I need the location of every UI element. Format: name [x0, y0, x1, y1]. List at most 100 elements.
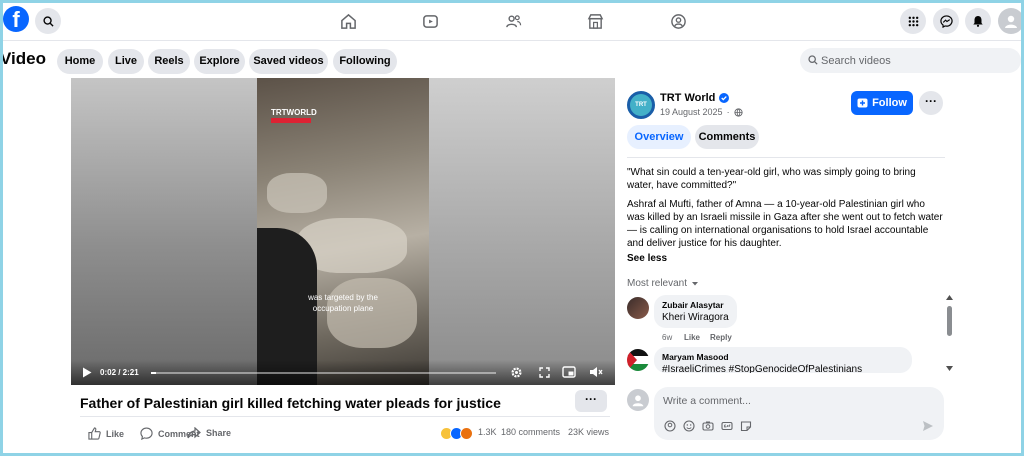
search-icon — [42, 15, 54, 27]
video-more-options-button[interactable]: ··· — [575, 390, 607, 412]
facebook-video-page: f Video Home Live Reels Explore Saved vi… — [3, 3, 1021, 453]
menu-button[interactable] — [900, 8, 926, 34]
miniplayer-icon[interactable] — [562, 366, 576, 378]
page-name[interactable]: TRT World — [660, 92, 715, 104]
verified-badge-icon — [719, 93, 730, 103]
comments-count[interactable]: 180 comments — [501, 427, 560, 437]
camera-icon[interactable] — [702, 420, 714, 432]
share-button[interactable]: Share — [187, 427, 231, 439]
trt-watermark-bar — [271, 118, 311, 123]
post-meta: 19 August 2025 · — [660, 107, 743, 117]
progress-bar[interactable] — [151, 372, 496, 374]
friends-nav-button[interactable] — [503, 11, 523, 31]
profile-avatar[interactable] — [998, 8, 1021, 34]
top-navigation-bar: f — [3, 3, 1021, 41]
my-avatar[interactable] — [627, 389, 649, 411]
scroll-down-icon — [946, 366, 953, 371]
see-less-link[interactable]: See less — [627, 253, 667, 264]
video-nav-button[interactable] — [420, 11, 440, 31]
angry-reaction-icon — [460, 427, 473, 440]
video-blur-right — [429, 78, 615, 385]
commenter-name[interactable]: Maryam Masood — [662, 352, 904, 362]
post-quote: "What sin could a ten-year-old girl, who… — [627, 167, 916, 191]
chevron-down-icon — [692, 281, 699, 285]
notifications-icon — [973, 16, 983, 27]
video-frame: TRTWORLD was targeted by the occupation … — [257, 78, 429, 385]
share-icon — [187, 427, 201, 439]
pill-explore[interactable]: Explore — [194, 49, 245, 74]
facebook-logo[interactable]: f — [3, 6, 29, 32]
menu-grid-icon — [908, 16, 918, 26]
pill-following[interactable]: Following — [333, 49, 397, 74]
search-placeholder: Search videos — [821, 55, 891, 67]
post-date[interactable]: 19 August 2025 — [660, 107, 723, 117]
follow-button[interactable]: Follow — [851, 91, 913, 115]
play-icon[interactable] — [82, 367, 92, 378]
video-time: 0:02 / 2:21 — [100, 368, 139, 377]
profile-silhouette-icon — [632, 395, 644, 407]
settings-gear-icon[interactable] — [510, 366, 523, 379]
follow-label: Follow — [872, 97, 907, 109]
commenter-name[interactable]: Zubair Alasytar — [662, 300, 729, 310]
pill-reels[interactable]: Reels — [148, 49, 190, 74]
follow-plus-icon — [857, 98, 868, 108]
comment-sort-dropdown[interactable]: Most relevant — [627, 278, 699, 289]
home-icon — [340, 13, 356, 29]
video-blur-left — [71, 78, 257, 385]
comment-like-button[interactable]: Like — [684, 333, 700, 342]
profile-silhouette-icon — [1005, 15, 1017, 28]
reactions-count[interactable]: 1.3K — [478, 427, 497, 437]
volume-icon[interactable] — [589, 366, 603, 378]
sort-label: Most relevant — [627, 278, 688, 289]
tab-comments[interactable]: Comments — [695, 125, 759, 149]
page-avatar[interactable]: TRT — [627, 91, 655, 119]
fullscreen-icon[interactable] — [539, 367, 550, 378]
marketplace-nav-button[interactable] — [585, 11, 605, 31]
tab-overview[interactable]: Overview — [627, 125, 691, 149]
divider — [80, 416, 610, 417]
page-avatar-logo: TRT — [630, 94, 652, 116]
globe-icon — [733, 107, 743, 117]
trt-watermark: TRTWORLD — [271, 108, 317, 117]
video-title: Father of Palestinian girl killed fetchi… — [80, 395, 501, 411]
share-label: Share — [206, 428, 232, 438]
video-player[interactable]: TRTWORLD was targeted by the occupation … — [71, 78, 615, 385]
like-label: Like — [106, 428, 125, 439]
comment-bubble: Maryam Masood #IsraeliCrimes #StopGenoci… — [654, 347, 912, 373]
pill-home[interactable]: Home — [57, 49, 103, 74]
comment-text: #IsraeliCrimes #StopGenocideOfPalestinia… — [662, 364, 863, 373]
messenger-icon — [939, 14, 953, 28]
pill-saved-videos[interactable]: Saved videos — [249, 49, 328, 74]
gif-icon[interactable] — [721, 420, 733, 432]
comment-bubble: Zubair Alasytar Kheri Wiragora — [654, 295, 737, 328]
home-nav-button[interactable] — [338, 11, 358, 31]
reaction-icons[interactable] — [440, 427, 476, 440]
search-button[interactable] — [35, 8, 61, 34]
video-caption: was targeted by the occupation plane — [257, 292, 429, 314]
comment-reply-button[interactable]: Reply — [710, 333, 732, 342]
messenger-button[interactable] — [933, 8, 959, 34]
commenter-avatar[interactable] — [627, 349, 649, 371]
sticker-icon[interactable] — [740, 420, 752, 432]
search-videos-input[interactable]: Search videos — [800, 48, 1021, 73]
comment-text: Kheri Wiragora — [662, 312, 729, 323]
commenter-avatar[interactable] — [627, 297, 649, 319]
post-body: Ashraf al Mufti, father of Amna — a 10-y… — [627, 199, 943, 249]
comment-placeholder: Write a comment... — [663, 395, 751, 407]
pill-live[interactable]: Live — [108, 49, 144, 74]
notifications-button[interactable] — [965, 8, 991, 34]
page-title: Video — [3, 49, 46, 68]
search-icon — [808, 55, 818, 65]
groups-nav-button[interactable] — [668, 11, 688, 31]
scrollbar-thumb[interactable] — [947, 306, 952, 336]
send-icon[interactable] — [922, 420, 934, 432]
like-button[interactable]: Like — [88, 427, 124, 440]
groups-icon — [670, 13, 686, 29]
comment-composer[interactable]: Write a comment... — [654, 387, 944, 440]
comments-scrollbar[interactable] — [945, 295, 954, 371]
emoji-icon[interactable] — [683, 420, 695, 432]
avatar-sticker-icon[interactable] — [664, 420, 676, 432]
post-more-options-button[interactable]: ··· — [919, 91, 943, 115]
comment-age[interactable]: 6w — [662, 333, 672, 342]
thumbs-up-icon — [88, 427, 101, 440]
